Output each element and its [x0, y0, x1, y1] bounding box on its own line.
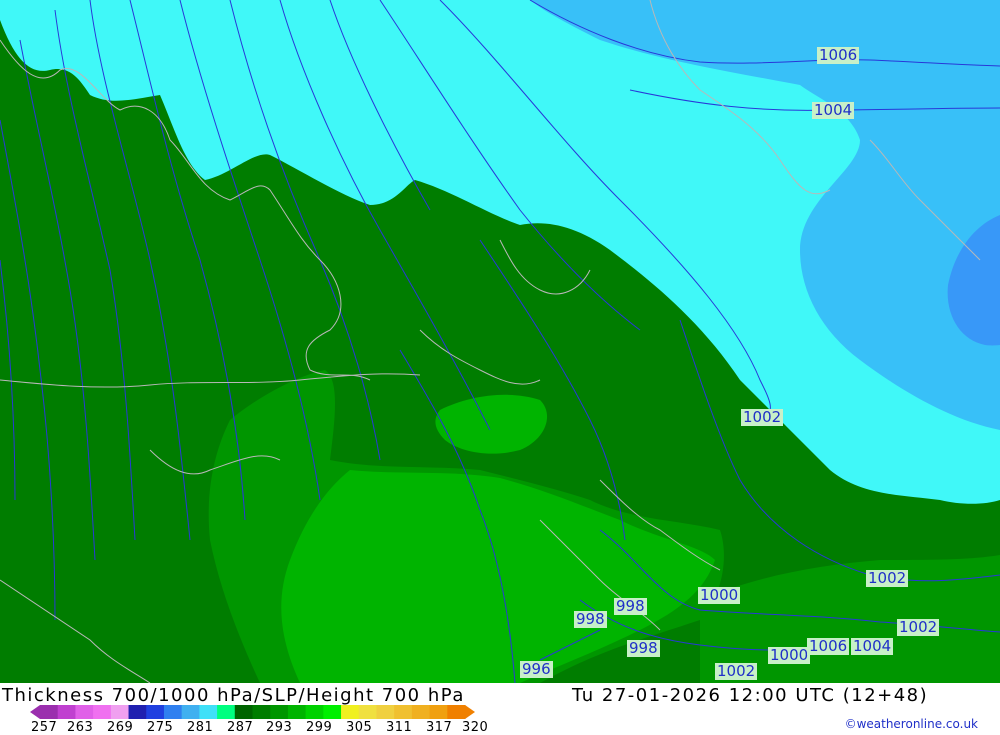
- legend-swatch: [40, 705, 59, 719]
- isobar-label: 996: [520, 660, 553, 678]
- isobar-label: 1004: [812, 101, 855, 119]
- legend-swatch: [394, 705, 413, 719]
- legend-right-tip: [465, 705, 475, 719]
- isobar-label: 1002: [715, 662, 758, 680]
- legend-swatch: [411, 705, 431, 719]
- legend-swatch: [358, 705, 377, 719]
- legend-swatch: [217, 705, 236, 719]
- legend-swatch: [429, 705, 448, 719]
- isobar-label: 1006: [817, 46, 860, 64]
- isobar-label: 1000: [698, 586, 741, 604]
- isobar-label: 1002: [741, 408, 784, 426]
- legend-swatch: [146, 705, 165, 719]
- legend-swatch: [163, 705, 183, 719]
- valid-time: Tu 27-01-2026 12:00 UTC (12+48): [572, 685, 929, 706]
- legend-swatch: [341, 705, 360, 719]
- legend-swatch: [287, 705, 307, 719]
- credit-link[interactable]: ©weatheronline.co.uk: [845, 717, 978, 731]
- isobar-label: 998: [574, 610, 607, 628]
- legend-swatch: [57, 705, 76, 719]
- color-legend-bar: [30, 705, 475, 719]
- legend-swatch: [110, 705, 130, 719]
- isobar-label: 998: [614, 597, 647, 615]
- legend-swatch: [447, 705, 466, 719]
- legend-swatch: [270, 705, 289, 719]
- legend-swatch: [234, 705, 253, 719]
- legend-swatch: [181, 705, 200, 719]
- isobar-label: 1002: [866, 569, 909, 587]
- isobar-label: 1006: [807, 637, 850, 655]
- legend-swatch: [252, 705, 271, 719]
- footer: Thickness 700/1000 hPa/SLP/Height 700 hP…: [0, 683, 1000, 735]
- legend-swatch: [305, 705, 324, 719]
- legend-swatch: [93, 705, 112, 719]
- isobar-label: 1004: [851, 637, 894, 655]
- map-title: Thickness 700/1000 hPa/SLP/Height 700 hP…: [2, 685, 465, 706]
- legend-swatch: [128, 705, 147, 719]
- legend-left-tip: [30, 705, 40, 719]
- legend-swatch: [199, 705, 218, 719]
- isobar-label: 1002: [897, 618, 940, 636]
- isobar-label: 1000: [768, 646, 811, 664]
- legend-swatch: [376, 705, 395, 719]
- legend-swatch: [323, 705, 342, 719]
- legend-swatch: [75, 705, 94, 719]
- isobar-label: 998: [627, 639, 660, 657]
